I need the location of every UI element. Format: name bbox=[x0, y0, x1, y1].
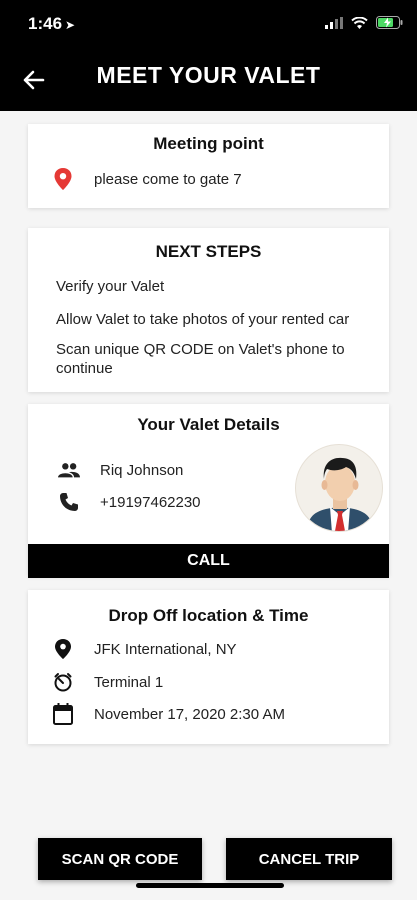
meeting-point-row: please come to gate 7 bbox=[52, 168, 242, 190]
app-header: MEET YOUR VALET bbox=[0, 48, 417, 111]
drop-off-datetime-row: November 17, 2020 2:30 AM bbox=[52, 703, 285, 725]
next-steps-card: NEXT STEPS Verify your Valet Allow Valet… bbox=[28, 228, 389, 392]
drop-off-location: JFK International, NY bbox=[94, 640, 237, 658]
drop-off-terminal: Terminal 1 bbox=[94, 673, 164, 691]
valet-phone-row[interactable]: +19197462230 bbox=[58, 491, 201, 513]
status-time-text: 1:46 bbox=[28, 14, 63, 33]
map-pin-icon bbox=[52, 168, 74, 190]
valet-avatar-icon bbox=[295, 444, 383, 532]
wifi-icon bbox=[351, 16, 368, 29]
next-step-item: Allow Valet to take photos of your rente… bbox=[56, 311, 350, 328]
battery-charging-icon bbox=[376, 16, 403, 29]
scan-qr-code-button[interactable]: SCAN QR CODE bbox=[38, 838, 202, 880]
valet-name: Riq Johnson bbox=[100, 461, 184, 479]
timer-icon bbox=[52, 671, 74, 693]
home-indicator bbox=[136, 883, 284, 888]
drop-off-title: Drop Off location & Time bbox=[108, 606, 309, 625]
drop-off-card: Drop Off location & Time JFK Internation… bbox=[28, 590, 389, 744]
status-icons bbox=[325, 16, 403, 29]
cancel-trip-button[interactable]: CANCEL TRIP bbox=[226, 838, 392, 880]
status-time: 1:46 ➤ bbox=[28, 14, 75, 34]
call-button[interactable]: CALL bbox=[28, 544, 389, 578]
people-icon bbox=[58, 459, 80, 481]
signal-icon bbox=[325, 16, 343, 29]
drop-off-terminal-row: Terminal 1 bbox=[52, 671, 163, 693]
calendar-icon bbox=[52, 703, 74, 725]
location-arrow-icon: ➤ bbox=[65, 18, 76, 32]
page-title: MEET YOUR VALET bbox=[96, 62, 321, 88]
valet-details-title: Your Valet Details bbox=[137, 415, 280, 434]
next-step-item: Verify your Valet bbox=[56, 278, 165, 295]
meeting-point-title: Meeting point bbox=[153, 134, 264, 153]
drop-off-datetime: November 17, 2020 2:30 AM bbox=[94, 705, 285, 723]
status-bar: 1:46 ➤ bbox=[0, 0, 417, 48]
meeting-point-text: please come to gate 7 bbox=[94, 170, 242, 188]
next-step-item: Scan unique QR CODE on Valet's phone to … bbox=[56, 341, 345, 377]
valet-name-row: Riq Johnson bbox=[58, 459, 183, 481]
next-steps-title: NEXT STEPS bbox=[155, 242, 262, 261]
valet-phone: +19197462230 bbox=[100, 493, 201, 511]
meeting-point-card: Meeting point please come to gate 7 bbox=[28, 124, 389, 208]
location-icon bbox=[52, 638, 74, 660]
phone-icon bbox=[58, 491, 80, 513]
drop-off-location-row: JFK International, NY bbox=[52, 638, 237, 660]
